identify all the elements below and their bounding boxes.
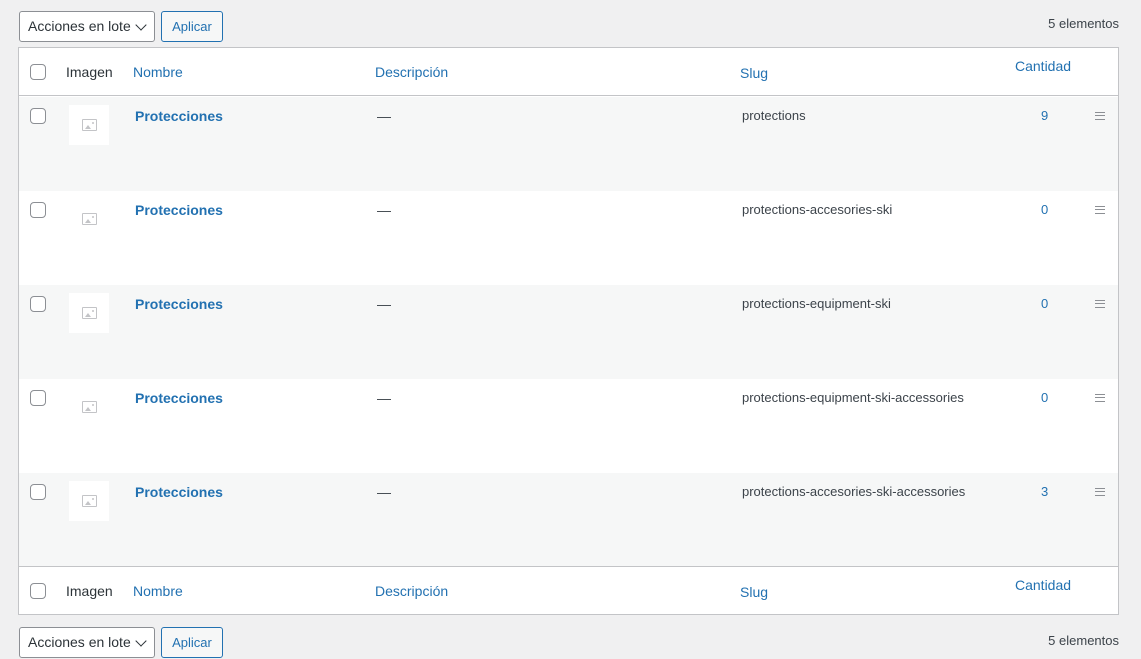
term-description: — — [377, 390, 391, 406]
items-count-bottom: 5 elementos — [1048, 633, 1119, 648]
bulk-actions-label: Acciones en lote — [28, 18, 131, 34]
term-count-link[interactable]: 0 — [1041, 390, 1048, 405]
term-slug: protections-accesories-ski — [742, 202, 893, 217]
column-description-footer[interactable]: Descripción — [375, 583, 448, 599]
column-slug-footer[interactable]: Slug — [740, 584, 768, 600]
term-name-link[interactable]: Protecciones — [135, 390, 223, 406]
bulk-actions-select[interactable]: Acciones en lote — [19, 11, 155, 42]
tablenav-top: Acciones en lote Aplicar 5 elementos — [19, 11, 1119, 42]
term-thumbnail — [69, 481, 109, 521]
term-thumbnail — [69, 293, 109, 333]
column-count[interactable]: Cantidad — [1015, 58, 1071, 74]
select-all-checkbox-footer[interactable] — [30, 583, 46, 599]
image-placeholder-icon — [82, 119, 97, 131]
tablenav-bottom: Acciones en lote Aplicar 5 elementos — [19, 627, 1119, 658]
term-description: — — [377, 296, 391, 312]
column-count-footer[interactable]: Cantidad — [1015, 577, 1071, 593]
column-name-footer[interactable]: Nombre — [133, 583, 183, 599]
row-checkbox[interactable] — [30, 484, 46, 500]
image-placeholder-icon — [82, 401, 97, 413]
drag-handle-icon[interactable] — [1095, 300, 1105, 308]
row-checkbox[interactable] — [30, 296, 46, 312]
term-slug: protections-accesories-ski-accessories — [742, 484, 966, 499]
bulk-actions-label: Acciones en lote — [28, 634, 131, 650]
image-placeholder-icon — [82, 213, 97, 225]
apply-button[interactable]: Aplicar — [161, 11, 223, 42]
table-row: Protecciones — protections-accesories-sk… — [19, 191, 1118, 285]
term-name-link[interactable]: Protecciones — [135, 296, 223, 312]
row-checkbox[interactable] — [30, 108, 46, 124]
term-count-link[interactable]: 0 — [1041, 202, 1048, 217]
drag-handle-icon[interactable] — [1095, 112, 1105, 120]
term-slug: protections-equipment-ski-accessories — [742, 390, 964, 405]
column-description[interactable]: Descripción — [375, 64, 448, 80]
image-placeholder-icon — [82, 495, 97, 507]
row-checkbox[interactable] — [30, 390, 46, 406]
term-slug: protections — [742, 108, 806, 123]
term-description: — — [377, 484, 391, 500]
row-checkbox[interactable] — [30, 202, 46, 218]
select-all-checkbox[interactable] — [30, 64, 46, 80]
terms-table: Imagen Nombre Descripción Slug Cantidad … — [18, 47, 1119, 615]
table-footer: Imagen Nombre Descripción Slug Cantidad — [19, 566, 1118, 614]
term-count-link[interactable]: 9 — [1041, 108, 1048, 123]
table-row: Protecciones — protections-accesories-sk… — [19, 473, 1118, 567]
chevron-down-icon — [135, 19, 147, 31]
term-name-link[interactable]: Protecciones — [135, 108, 223, 124]
apply-button-bottom[interactable]: Aplicar — [161, 627, 223, 658]
term-name-link[interactable]: Protecciones — [135, 484, 223, 500]
term-description: — — [377, 108, 391, 124]
table-row: Protecciones — protections-equipment-ski… — [19, 379, 1118, 473]
table-row: Protecciones — protections-equipment-ski… — [19, 285, 1118, 379]
table-header: Imagen Nombre Descripción Slug Cantidad — [19, 48, 1118, 96]
column-image-footer: Imagen — [66, 583, 113, 599]
term-description: — — [377, 202, 391, 218]
drag-handle-icon[interactable] — [1095, 206, 1105, 214]
term-thumbnail — [69, 387, 109, 427]
image-placeholder-icon — [82, 307, 97, 319]
term-count-link[interactable]: 3 — [1041, 484, 1048, 499]
drag-handle-icon[interactable] — [1095, 394, 1105, 402]
column-name[interactable]: Nombre — [133, 64, 183, 80]
term-slug: protections-equipment-ski — [742, 296, 891, 311]
column-slug[interactable]: Slug — [740, 65, 768, 81]
bulk-actions-select-bottom[interactable]: Acciones en lote — [19, 627, 155, 658]
items-count: 5 elementos — [1048, 16, 1119, 31]
chevron-down-icon — [135, 635, 147, 647]
column-image: Imagen — [66, 64, 113, 80]
table-row: Protecciones — protections 9 — [19, 97, 1118, 191]
term-count-link[interactable]: 0 — [1041, 296, 1048, 311]
term-thumbnail — [69, 105, 109, 145]
term-thumbnail — [69, 199, 109, 239]
term-name-link[interactable]: Protecciones — [135, 202, 223, 218]
drag-handle-icon[interactable] — [1095, 488, 1105, 496]
